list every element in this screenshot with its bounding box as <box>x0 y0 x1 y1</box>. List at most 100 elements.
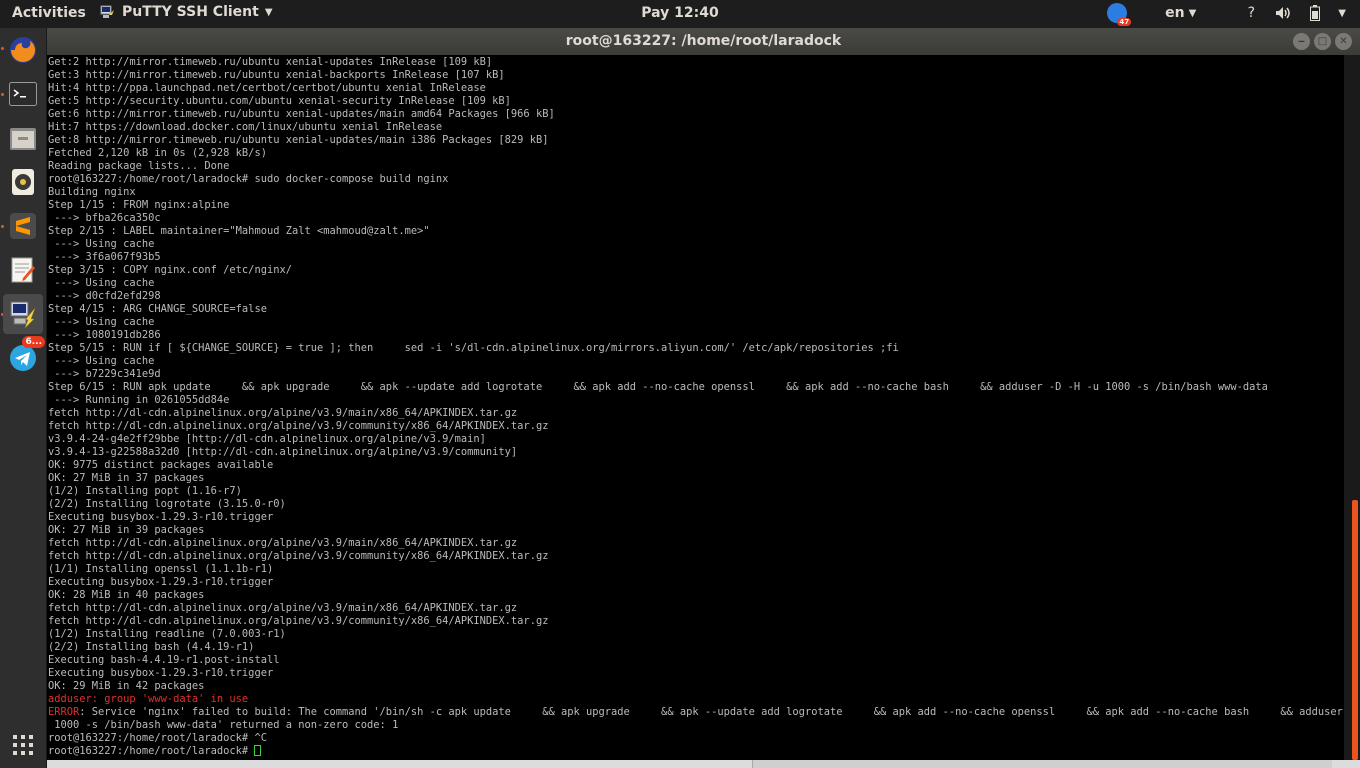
terminal-line: Step 1/15 : FROM nginx:alpine <box>48 199 230 211</box>
volume-icon[interactable] <box>1274 4 1292 22</box>
activities-button[interactable]: Activities <box>12 5 86 21</box>
close-button[interactable]: ✕ <box>1335 33 1352 50</box>
sublime-text-icon <box>10 213 36 239</box>
app-menu-label: PuTTY SSH Client <box>122 4 259 20</box>
terminal-line: ERROR: Service 'nginx' failed to build: … <box>48 706 1344 719</box>
terminal-line: root@163227:/home/root/laradock# ^C <box>48 732 267 744</box>
firefox-launcher[interactable] <box>3 30 43 70</box>
terminal-line: (1/1) Installing openssl (1.1.1b-r1) <box>48 563 274 575</box>
system-menu-chevron-icon[interactable]: ▼ <box>1338 8 1346 19</box>
terminal-line: v3.9.4-13-g22588a32d0 [http://dl-cdn.alp… <box>48 446 518 458</box>
terminal-line: ---> 1080191db286 <box>48 329 161 341</box>
help-icon[interactable]: ? <box>1242 4 1260 22</box>
terminal-line: Get:3 http://mirror.timeweb.ru/ubuntu xe… <box>48 69 505 81</box>
terminal-line: fetch http://dl-cdn.alpinelinux.org/alpi… <box>48 550 549 562</box>
files-icon <box>10 128 36 150</box>
battery-icon[interactable] <box>1306 4 1324 22</box>
terminal-line: Step 4/15 : ARG CHANGE_SOURCE=false <box>48 303 267 315</box>
terminal-line: Executing busybox-1.29.3-r10.trigger <box>48 511 274 523</box>
app-menu[interactable]: PuTTY SSH Client ▼ <box>100 4 273 20</box>
terminal-line: root@163227:/home/root/laradock# sudo do… <box>48 173 449 185</box>
terminal-line: ---> bfba26ca350c <box>48 212 161 224</box>
telegram-badge: 6... <box>22 336 45 348</box>
chevron-down-icon: ▼ <box>264 6 273 18</box>
shell-prompt: root@163227:/home/root/laradock# <box>48 745 255 757</box>
terminal-line: Step 5/15 : RUN if [ ${CHANGE_SOURCE} = … <box>48 342 899 354</box>
terminal-line: v3.9.4-24-g4e2ff29bbe [http://dl-cdn.alp… <box>48 433 486 445</box>
maximize-button[interactable]: □ <box>1314 33 1331 50</box>
terminal-line: fetch http://dl-cdn.alpinelinux.org/alpi… <box>48 615 549 627</box>
adduser-error-text: adduser: group 'www-data' in use <box>48 693 249 705</box>
terminal-line: adduser: group 'www-data' in use <box>48 693 1344 706</box>
system-tray: 47 en ▼ ? ▼ <box>1107 3 1346 26</box>
terminal-line: fetch http://dl-cdn.alpinelinux.org/alpi… <box>48 602 518 614</box>
terminal-line: OK: 9775 distinct packages available <box>48 459 274 471</box>
terminal-line: Hit:4 http://ppa.launchpad.net/certbot/c… <box>48 82 486 94</box>
terminal-line: Executing busybox-1.29.3-r10.trigger <box>48 576 274 588</box>
terminal-line: (1/2) Installing readline (7.0.003-r1) <box>48 628 286 640</box>
terminal-line: Executing busybox-1.29.3-r10.trigger <box>48 667 274 679</box>
terminal-line: OK: 28 MiB in 40 packages <box>48 589 205 601</box>
terminal-line: Fetched 2,120 kB in 0s (2,928 kB/s) <box>48 147 267 159</box>
text-editor-icon <box>11 257 35 283</box>
firefox-icon <box>10 37 36 63</box>
telegram-launcher[interactable]: 6... <box>3 336 45 378</box>
window-titlebar[interactable]: root@163227: /home/root/laradock ‒ □ ✕ <box>47 28 1360 55</box>
background-panel <box>752 760 1332 768</box>
terminal-line: fetch http://dl-cdn.alpinelinux.org/alpi… <box>48 407 518 419</box>
terminal-line: Executing bash-4.4.19-r1.post-install <box>48 654 280 666</box>
terminal-line: ---> d0cfd2efd298 <box>48 290 161 302</box>
show-apps-icon <box>13 735 33 755</box>
window-title: root@163227: /home/root/laradock <box>565 33 842 49</box>
scrollbar-thumb[interactable] <box>1352 500 1358 760</box>
top-bar: Activities PuTTY SSH Client ▼ Pay 12:40 … <box>0 0 1360 28</box>
terminal-line: Step 6/15 : RUN apk update && apk upgrad… <box>48 381 1268 393</box>
sublime-text-launcher[interactable] <box>3 206 43 246</box>
putty-icon <box>100 5 114 18</box>
terminal-launcher[interactable] <box>3 74 43 114</box>
terminal-window: root@163227: /home/root/laradock ‒ □ ✕ G… <box>47 28 1360 768</box>
terminal-line: fetch http://dl-cdn.alpinelinux.org/alpi… <box>48 537 518 549</box>
putty-dock-icon <box>10 301 36 329</box>
rhythmbox-launcher[interactable] <box>3 162 43 202</box>
terminal-line: ---> Using cache <box>48 238 155 250</box>
text-editor-launcher[interactable] <box>3 250 43 290</box>
terminal-scrollbar[interactable] <box>1344 55 1360 760</box>
terminal-line: (2/2) Installing logrotate (3.15.0-r0) <box>48 498 286 510</box>
terminal-line: (1/2) Installing popt (1.16-r7) <box>48 485 242 497</box>
terminal-line: Get:2 http://mirror.timeweb.ru/ubuntu xe… <box>48 56 493 68</box>
putty-launcher[interactable] <box>3 294 43 334</box>
terminal-line: Building nginx <box>48 186 136 198</box>
dock: 6... <box>0 28 47 768</box>
chevron-down-icon: ▼ <box>1188 7 1197 19</box>
clock[interactable]: Pay 12:40 <box>641 5 718 21</box>
minimize-button[interactable]: ‒ <box>1293 33 1310 50</box>
terminal-line: ---> b7229c341e9d <box>48 368 161 380</box>
terminal-line: Get:8 http://mirror.timeweb.ru/ubuntu xe… <box>48 134 549 146</box>
terminal-line: ---> Using cache <box>48 277 155 289</box>
terminal-line: Step 2/15 : LABEL maintainer="Mahmoud Za… <box>48 225 430 237</box>
language-indicator[interactable]: en <box>1165 5 1184 21</box>
terminal-line: (2/2) Installing bash (4.4.19-r1) <box>48 641 255 653</box>
terminal-line: Hit:7 https://download.docker.com/linux/… <box>48 121 443 133</box>
terminal-line: Get:5 http://security.ubuntu.com/ubuntu … <box>48 95 511 107</box>
error-label: ERROR <box>48 706 80 718</box>
files-launcher[interactable] <box>3 118 43 158</box>
background-window-strip <box>47 760 1360 768</box>
terminal-line: ---> Running in 0261055dd84e <box>48 394 230 406</box>
terminal-line: OK: 27 MiB in 39 packages <box>48 524 205 536</box>
terminal-line: Reading package lists... Done <box>48 160 230 172</box>
terminal-line: OK: 27 MiB in 37 packages <box>48 472 205 484</box>
terminal-line: Step 3/15 : COPY nginx.conf /etc/nginx/ <box>48 264 292 276</box>
error-message: : Service 'nginx' failed to build: The c… <box>79 706 1344 718</box>
terminal-line: ---> Using cache <box>48 316 155 328</box>
terminal-prompt-line[interactable]: root@163227:/home/root/laradock# <box>48 745 1344 758</box>
show-apps-button[interactable] <box>12 734 34 756</box>
notification-app-icon[interactable]: 47 <box>1107 3 1132 26</box>
terminal-output[interactable]: Get:2 http://mirror.timeweb.ru/ubuntu xe… <box>47 55 1344 760</box>
terminal-line: 1000 -s /bin/bash www-data' returned a n… <box>48 719 399 731</box>
rhythmbox-icon <box>12 169 34 195</box>
notification-badge: 47 <box>1117 18 1132 26</box>
terminal-line: ---> Using cache <box>48 355 155 367</box>
terminal-line: OK: 29 MiB in 42 packages <box>48 680 205 692</box>
